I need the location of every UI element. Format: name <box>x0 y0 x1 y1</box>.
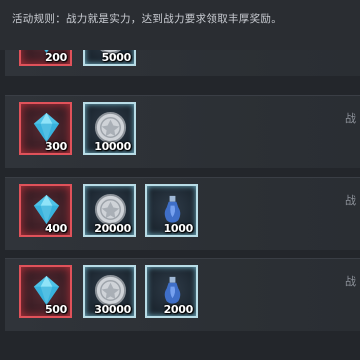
reward-qty: 200 <box>44 51 67 64</box>
reward-qty: 5000 <box>101 51 132 64</box>
rules-text: 活动规则：战力就是实力，达到战力要求领取丰厚奖励。 <box>12 13 282 25</box>
reward-qty: 10000 <box>94 140 131 153</box>
power-requirement-label: 战 <box>345 194 356 207</box>
reward-qty: 30000 <box>94 303 131 316</box>
reward-item-diamond[interactable]: 400 <box>19 184 72 237</box>
reward-list[interactable]: 200 5000 300 10000 战 400 20000 1000 战 50… <box>0 50 360 360</box>
reward-item-diamond[interactable]: 500 <box>19 265 72 318</box>
reward-row: 500 30000 2000 战 <box>5 258 360 331</box>
reward-item-coin[interactable]: 10000 <box>83 102 136 155</box>
power-requirement-label: 战 <box>345 275 356 288</box>
reward-item-coin[interactable]: 20000 <box>83 184 136 237</box>
reward-qty: 400 <box>44 222 67 235</box>
reward-qty: 20000 <box>94 222 131 235</box>
reward-item-diamond[interactable]: 300 <box>19 102 72 155</box>
reward-item-potion[interactable]: 1000 <box>145 184 198 237</box>
reward-qty: 500 <box>44 303 67 316</box>
reward-item-coin[interactable]: 30000 <box>83 265 136 318</box>
reward-item-diamond[interactable]: 200 <box>19 50 72 66</box>
reward-row: 400 20000 1000 战 <box>5 177 360 250</box>
reward-item-potion[interactable]: 2000 <box>145 265 198 318</box>
reward-item-coin[interactable]: 5000 <box>83 50 136 66</box>
power-requirement-label: 战 <box>345 112 356 125</box>
reward-row: 200 5000 <box>5 50 360 76</box>
reward-qty: 1000 <box>163 222 194 235</box>
reward-row: 300 10000 战 <box>5 95 360 168</box>
reward-qty: 2000 <box>163 303 194 316</box>
reward-qty: 300 <box>44 140 67 153</box>
rules-banner: 活动规则：战力就是实力，达到战力要求领取丰厚奖励。 <box>0 0 360 50</box>
